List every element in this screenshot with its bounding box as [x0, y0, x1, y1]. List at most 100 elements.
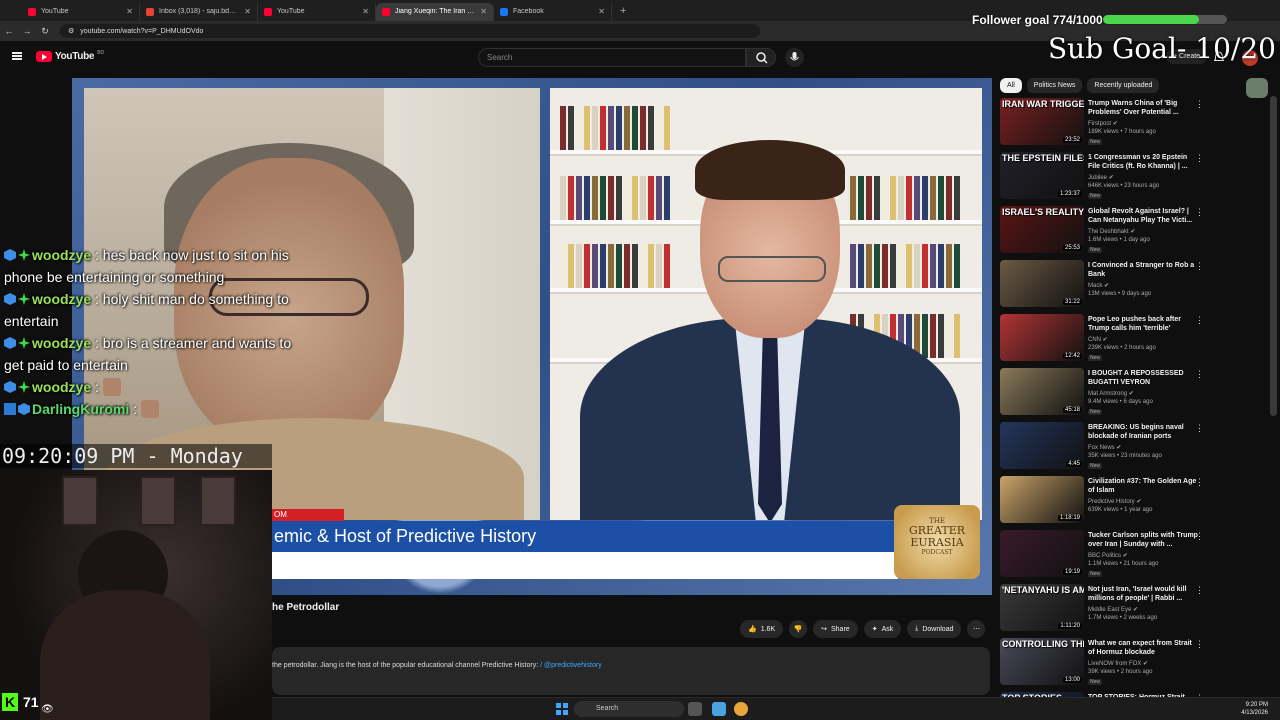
chrome-icon[interactable]: [734, 702, 748, 716]
close-tab-icon[interactable]: ✕: [126, 7, 133, 16]
more-options-icon[interactable]: ⋮: [1195, 423, 1204, 434]
channel-name[interactable]: Predictive History ✔: [1088, 498, 1141, 505]
more-options-icon[interactable]: ⋮: [1195, 207, 1204, 218]
video-title-link[interactable]: 1 Congressman vs 20 Epstein File Critics…: [1088, 153, 1198, 171]
system-clock[interactable]: 9:20 PM 4/13/2026: [1212, 701, 1268, 717]
channel-name[interactable]: Middle East Eye ✔: [1088, 606, 1138, 613]
chat-username[interactable]: woodzye: [32, 291, 91, 307]
close-tab-icon[interactable]: ✕: [598, 7, 605, 16]
video-title-link[interactable]: I Convinced a Stranger to Rob a Bank: [1088, 261, 1198, 279]
video-title-link[interactable]: Trump Warns China of 'Big Problems' Over…: [1088, 99, 1198, 117]
search-button[interactable]: [746, 48, 776, 67]
new-badge: New: [1088, 193, 1103, 199]
video-title-link[interactable]: Global Revolt Against Israel? | Can Neta…: [1088, 207, 1198, 225]
video-title-link[interactable]: Tucker Carlson splits with Trump over Ir…: [1088, 531, 1198, 549]
chat-username[interactable]: woodzye: [32, 335, 91, 351]
share-button[interactable]: ↪ Share: [813, 620, 858, 638]
recommended-video-item[interactable]: 1:18:19 Civilization #37: The Golden Age …: [1000, 475, 1210, 529]
close-tab-icon[interactable]: ✕: [480, 7, 487, 16]
filter-chip[interactable]: Politics News: [1026, 78, 1083, 93]
close-tab-icon[interactable]: ✕: [362, 7, 369, 16]
search-input[interactable]: Search: [478, 48, 746, 67]
more-options-icon[interactable]: ⋮: [1195, 261, 1204, 272]
more-options-icon[interactable]: ⋮: [1195, 585, 1204, 596]
video-thumbnail[interactable]: CONTROLLING THE STRAIT 13:00: [1000, 638, 1084, 685]
video-description[interactable]: the petrodollar. Jiang is the host of th…: [272, 647, 990, 695]
steam-icon[interactable]: [712, 702, 726, 716]
recommended-video-item[interactable]: 12:42 Pope Leo pushes back after Trump ca…: [1000, 313, 1210, 367]
more-options-icon[interactable]: ⋮: [1195, 639, 1204, 650]
youtube-logo[interactable]: YouTube BD: [36, 50, 104, 62]
video-title-link[interactable]: BREAKING: US begins naval blockade of Ir…: [1088, 423, 1198, 441]
video-thumbnail[interactable]: 1:18:19: [1000, 476, 1084, 523]
windows-start-icon[interactable]: [556, 703, 568, 715]
dislike-button[interactable]: 👎: [789, 620, 808, 638]
recommended-video-item[interactable]: THE EPSTEIN FILES 1:23:37 1 Congressman vs…: [1000, 151, 1210, 205]
reload-icon[interactable]: ↻: [36, 26, 54, 37]
video-thumbnail[interactable]: IRAN WAR TRIGGERS 23:52: [1000, 98, 1084, 145]
sidebar-scrollbar[interactable]: [1270, 96, 1277, 416]
menu-icon[interactable]: [12, 52, 22, 60]
more-options-icon[interactable]: ⋮: [1195, 531, 1204, 542]
forward-icon[interactable]: →: [18, 26, 36, 36]
browser-tab[interactable]: YouTube ✕: [258, 2, 376, 21]
filter-chip[interactable]: All: [1000, 78, 1022, 93]
like-button[interactable]: 👍 1.6K: [740, 620, 784, 638]
channel-name[interactable]: LiveNOW from FOX ✔: [1088, 660, 1148, 667]
recommended-video-item[interactable]: 'NETANYAHU IS AMALEK' 1:11:20 Not just Ira…: [1000, 583, 1210, 637]
channel-name[interactable]: CNN ✔: [1088, 336, 1108, 343]
channel-name[interactable]: Fox News ✔: [1088, 444, 1121, 451]
video-title-link[interactable]: What we can expect from Strait of Hormuz…: [1088, 639, 1198, 657]
video-thumbnail[interactable]: 4:45: [1000, 422, 1084, 469]
widgets-icon[interactable]: [688, 702, 702, 716]
ask-button[interactable]: ✦ Ask: [863, 620, 902, 638]
chat-username[interactable]: DarlingKuromi: [32, 401, 129, 417]
video-thumbnail[interactable]: ISRAEL'S REALITY 25:53: [1000, 206, 1084, 253]
channel-name[interactable]: Firstpost ✔: [1088, 120, 1118, 127]
voice-search-button[interactable]: [785, 48, 804, 67]
site-info-icon[interactable]: ⚙: [68, 27, 74, 35]
video-thumbnail[interactable]: 'NETANYAHU IS AMALEK' 1:11:20: [1000, 584, 1084, 631]
video-title-link[interactable]: Civilization #37: The Golden Age of Isla…: [1088, 477, 1198, 495]
browser-tab[interactable]: Inbox (3,018) - saju.bd113@gm ✕: [140, 2, 258, 21]
back-icon[interactable]: ←: [0, 26, 18, 36]
filter-chip[interactable]: Recently uploaded: [1087, 78, 1160, 93]
chat-username[interactable]: woodzye: [32, 379, 91, 395]
video-thumbnail[interactable]: 19:19: [1000, 530, 1084, 577]
channel-name[interactable]: Mack ✔: [1088, 282, 1109, 289]
more-options-icon[interactable]: ⋮: [1195, 99, 1204, 110]
new-tab-button[interactable]: +: [620, 5, 626, 17]
recommended-video-item[interactable]: ISRAEL'S REALITY 25:53 Global Revolt Again…: [1000, 205, 1210, 259]
browser-tab[interactable]: Jiang Xueqin: The Iran War ✕: [376, 2, 494, 21]
video-thumbnail[interactable]: 31:22: [1000, 260, 1084, 307]
video-title-link[interactable]: Pope Leo pushes back after Trump calls h…: [1088, 315, 1198, 333]
channel-name[interactable]: Mat Armstrong ✔: [1088, 390, 1134, 397]
recommended-video-item[interactable]: 4:45 BREAKING: US begins naval blockade o…: [1000, 421, 1210, 475]
download-button[interactable]: ⤓ Download: [907, 620, 962, 638]
browser-tab[interactable]: YouTube ✕: [22, 2, 140, 21]
more-options-icon[interactable]: ⋮: [1195, 153, 1204, 164]
more-options-icon[interactable]: ⋮: [1195, 477, 1204, 488]
close-tab-icon[interactable]: ✕: [244, 7, 251, 16]
chat-username[interactable]: woodzye: [32, 247, 91, 263]
video-thumbnail[interactable]: THE EPSTEIN FILES 1:23:37: [1000, 152, 1084, 199]
recommended-video-item[interactable]: 31:22 I Convinced a Stranger to Rob a Ban…: [1000, 259, 1210, 313]
more-options-icon[interactable]: ⋮: [1195, 315, 1204, 326]
video-thumbnail[interactable]: 12:42: [1000, 314, 1084, 361]
more-actions-button[interactable]: ⋯: [967, 620, 986, 638]
channel-name[interactable]: The Deshbhakt ✔: [1088, 228, 1135, 235]
channel-handle-link[interactable]: / @predictivehistory: [540, 662, 602, 669]
browser-tab[interactable]: Facebook ✕: [494, 2, 612, 21]
taskbar-search[interactable]: Search: [574, 701, 684, 717]
video-title-link[interactable]: I BOUGHT A REPOSSESSED BUGATTI VEYRON: [1088, 369, 1198, 387]
channel-name[interactable]: Jubilee ✔: [1088, 174, 1114, 181]
recommended-video-item[interactable]: IRAN WAR TRIGGERS 23:52 Trump Warns China …: [1000, 97, 1210, 151]
video-title-link[interactable]: Not just Iran, 'Israel would kill millio…: [1088, 585, 1198, 603]
more-options-icon[interactable]: ⋮: [1195, 369, 1204, 380]
recommended-video-item[interactable]: 45:18 I BOUGHT A REPOSSESSED BUGATTI VEYR…: [1000, 367, 1210, 421]
recommended-video-item[interactable]: 19:19 Tucker Carlson splits with Trump ov…: [1000, 529, 1210, 583]
video-thumbnail[interactable]: 45:18: [1000, 368, 1084, 415]
channel-name[interactable]: BBC Politics ✔: [1088, 552, 1128, 559]
recommended-video-item[interactable]: CONTROLLING THE STRAIT 13:00 What we can e…: [1000, 637, 1210, 691]
url-field[interactable]: ⚙ youtube.com/watch?v=P_DHMUdOVdo: [60, 24, 760, 38]
